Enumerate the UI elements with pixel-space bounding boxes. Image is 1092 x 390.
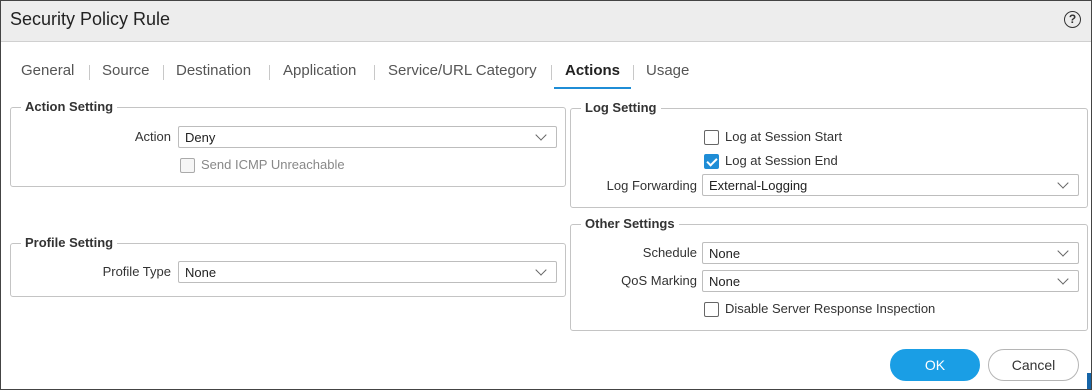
profile-type-label: Profile Type bbox=[102, 264, 171, 279]
send-icmp-unreachable-label: Send ICMP Unreachable bbox=[201, 157, 345, 172]
qos-marking-label: QoS Marking bbox=[621, 273, 697, 288]
tab-application[interactable]: Application bbox=[283, 59, 356, 89]
tab-service-url-category[interactable]: Service/URL Category bbox=[388, 59, 537, 89]
tab-bar: General Source Destination Application S… bbox=[1, 59, 1091, 89]
schedule-select[interactable]: None bbox=[702, 242, 1079, 264]
tab-separator bbox=[633, 65, 634, 80]
tab-destination[interactable]: Destination bbox=[176, 59, 251, 89]
tab-usage[interactable]: Usage bbox=[646, 59, 689, 89]
disable-server-response-inspection-checkbox[interactable] bbox=[704, 302, 719, 317]
tab-separator bbox=[551, 65, 552, 80]
tab-separator bbox=[374, 65, 375, 80]
qos-marking-select[interactable]: None bbox=[702, 270, 1079, 292]
send-icmp-unreachable-checkbox[interactable] bbox=[180, 158, 195, 173]
log-at-session-end-label: Log at Session End bbox=[725, 153, 838, 168]
chevron-down-icon bbox=[1057, 245, 1069, 257]
active-tab-indicator bbox=[554, 87, 631, 89]
log-forwarding-select[interactable]: External-Logging bbox=[702, 174, 1079, 196]
chevron-down-icon bbox=[1057, 177, 1069, 189]
disable-server-response-inspection-label: Disable Server Response Inspection bbox=[725, 301, 936, 316]
log-forwarding-value: External-Logging bbox=[709, 178, 808, 193]
profile-type-select[interactable]: None bbox=[178, 261, 557, 283]
resize-handle bbox=[1087, 373, 1091, 389]
log-at-session-end-checkbox[interactable] bbox=[704, 154, 719, 169]
security-policy-rule-dialog: Security Policy Rule ? General Source De… bbox=[0, 0, 1092, 390]
tab-separator bbox=[269, 65, 270, 80]
dialog-title: Security Policy Rule bbox=[10, 9, 171, 29]
profile-type-value: None bbox=[185, 265, 217, 280]
cancel-button[interactable]: Cancel bbox=[988, 349, 1079, 381]
schedule-value: None bbox=[709, 246, 741, 261]
chevron-down-icon bbox=[1057, 273, 1069, 285]
tab-separator bbox=[163, 65, 164, 80]
tab-source[interactable]: Source bbox=[102, 59, 150, 89]
profile-setting-legend: Profile Setting bbox=[21, 235, 118, 250]
log-setting-legend: Log Setting bbox=[581, 100, 661, 115]
chevron-down-icon bbox=[535, 264, 547, 276]
action-value: Deny bbox=[185, 130, 216, 145]
qos-marking-value: None bbox=[709, 274, 741, 289]
action-setting-legend: Action Setting bbox=[21, 99, 118, 114]
dialog-title-bar: Security Policy Rule ? bbox=[1, 1, 1091, 42]
help-icon[interactable]: ? bbox=[1064, 11, 1081, 28]
action-select[interactable]: Deny bbox=[178, 126, 557, 148]
tab-general[interactable]: General bbox=[21, 59, 74, 89]
log-at-session-start-label: Log at Session Start bbox=[725, 129, 843, 144]
tab-actions[interactable]: Actions bbox=[565, 59, 620, 89]
other-settings-legend: Other Settings bbox=[581, 216, 679, 231]
action-label: Action bbox=[134, 129, 171, 144]
log-forwarding-label: Log Forwarding bbox=[606, 178, 697, 193]
log-at-session-start-checkbox[interactable] bbox=[704, 130, 719, 145]
chevron-down-icon bbox=[535, 129, 547, 141]
ok-button[interactable]: OK bbox=[890, 349, 980, 381]
schedule-label: Schedule bbox=[642, 245, 697, 260]
tab-separator bbox=[89, 65, 90, 80]
